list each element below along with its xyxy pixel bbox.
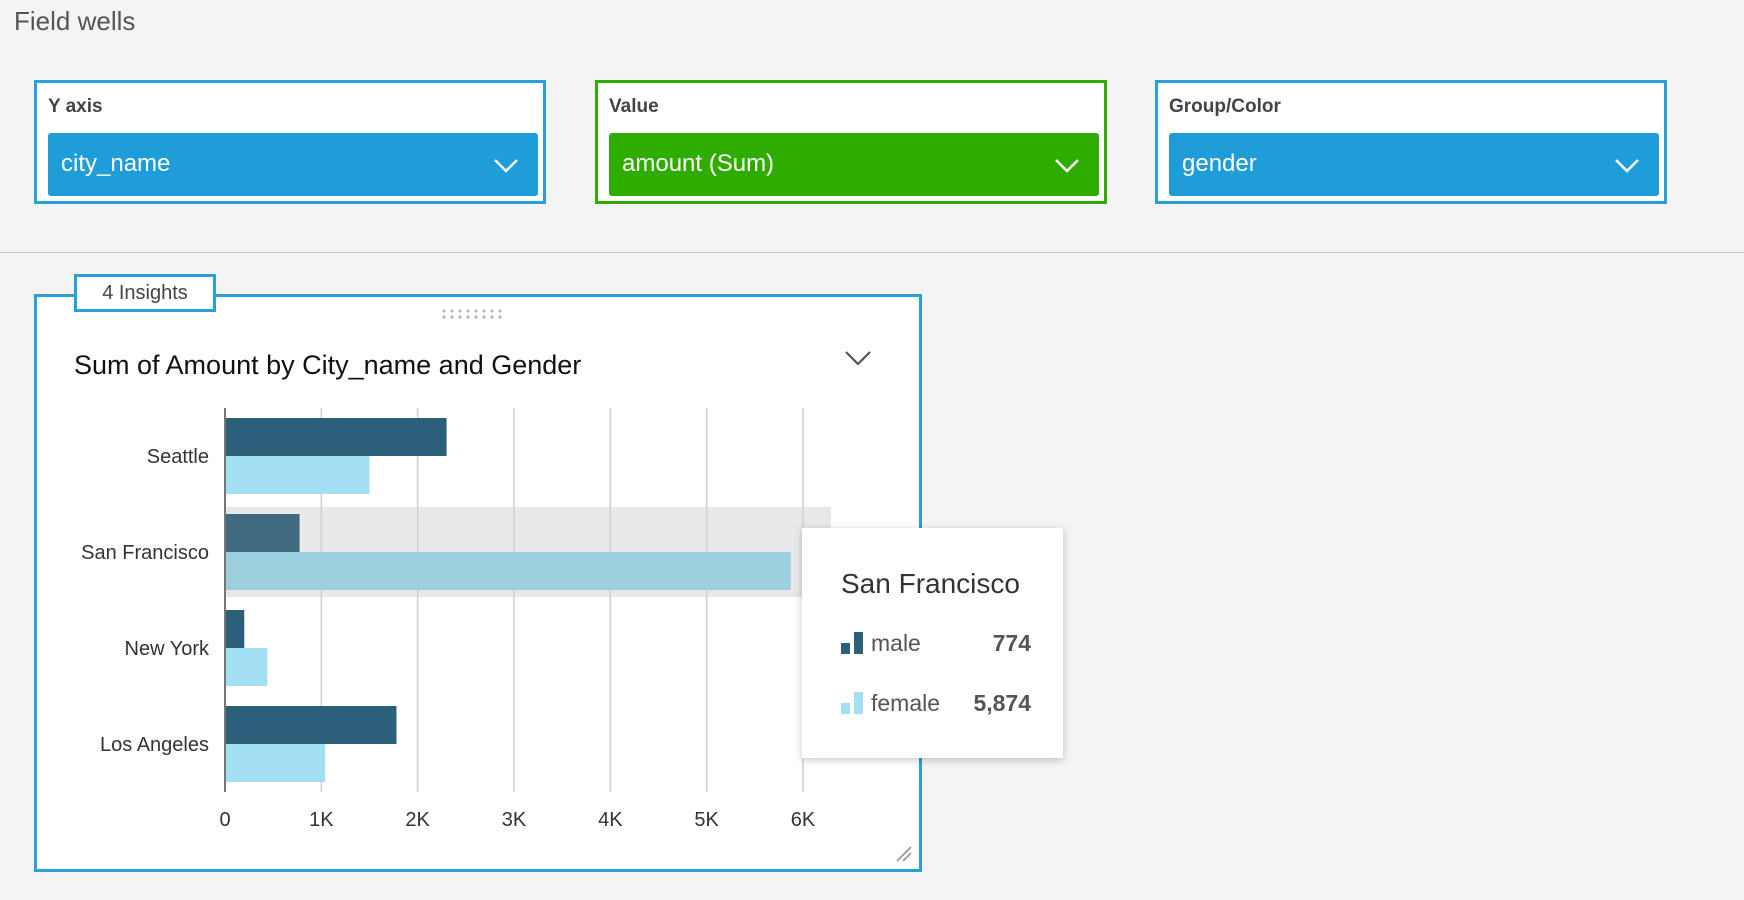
x-tick-label: 6K: [791, 809, 816, 831]
y-category-label: Los Angeles: [100, 734, 209, 756]
tooltip-label: male: [871, 630, 921, 656]
group-color-well[interactable]: Group/Color gender: [1155, 80, 1667, 204]
drag-handle-icon[interactable]: [441, 308, 503, 320]
section-divider: [0, 252, 1744, 253]
x-tick-label: 2K: [405, 809, 430, 831]
chevron-down-icon[interactable]: [492, 155, 520, 175]
group-color-field-value: gender: [1182, 150, 1257, 177]
bar-legend-icon: [841, 632, 863, 654]
chart-title: Sum of Amount by City_name and Gender: [74, 350, 582, 380]
tooltip-title: San Francisco: [841, 568, 1020, 599]
x-tick-label: 4K: [598, 809, 623, 831]
y-category-label: San Francisco: [81, 542, 209, 564]
value-field-dropdown[interactable]: amount (Sum): [609, 133, 1099, 196]
x-tick-label: 0: [219, 809, 230, 831]
x-tick-label: 5K: [694, 809, 719, 831]
x-tick-label: 1K: [309, 809, 334, 831]
chevron-down-icon[interactable]: [1613, 155, 1641, 175]
bar-female: [225, 744, 326, 782]
bar-legend-icon: [841, 692, 863, 714]
x-tick-label: 3K: [502, 809, 527, 831]
value-field-value: amount (Sum): [622, 150, 775, 177]
bar-male: [225, 706, 397, 744]
tooltip-label: female: [871, 690, 941, 716]
y-axis-field-dropdown[interactable]: city_name: [48, 133, 538, 196]
value-well[interactable]: Value amount (Sum): [595, 80, 1107, 204]
insights-tab[interactable]: 4 Insights: [74, 274, 216, 312]
bar-female: [225, 648, 268, 686]
y-category-label: Seattle: [147, 446, 209, 468]
y-axis-well[interactable]: Y axis city_name: [34, 80, 546, 204]
tooltip-row-female: female 5,874: [841, 690, 1031, 720]
resize-handle-icon[interactable]: [893, 843, 913, 863]
group-color-well-label: Group/Color: [1169, 96, 1281, 117]
bar-female: [225, 456, 370, 494]
y-axis-well-label: Y axis: [48, 96, 103, 117]
bar-male: [225, 610, 245, 648]
chevron-down-icon[interactable]: [1053, 155, 1081, 175]
tooltip-value: 774: [992, 630, 1031, 656]
y-axis-field-value: city_name: [61, 150, 171, 177]
bar-male: [225, 418, 447, 456]
tooltip-row-male: male 774: [841, 630, 1031, 660]
y-category-label: New York: [125, 638, 210, 660]
value-well-label: Value: [609, 96, 659, 117]
field-wells-title: Field wells: [14, 6, 136, 36]
bar-female: [225, 552, 791, 590]
chart-tooltip: San Francisco male 774 female 5,874: [802, 528, 1063, 758]
group-color-field-dropdown[interactable]: gender: [1169, 133, 1659, 196]
bar-male: [225, 514, 300, 552]
chevron-down-icon[interactable]: [843, 348, 873, 370]
tooltip-value: 5,874: [973, 690, 1031, 716]
